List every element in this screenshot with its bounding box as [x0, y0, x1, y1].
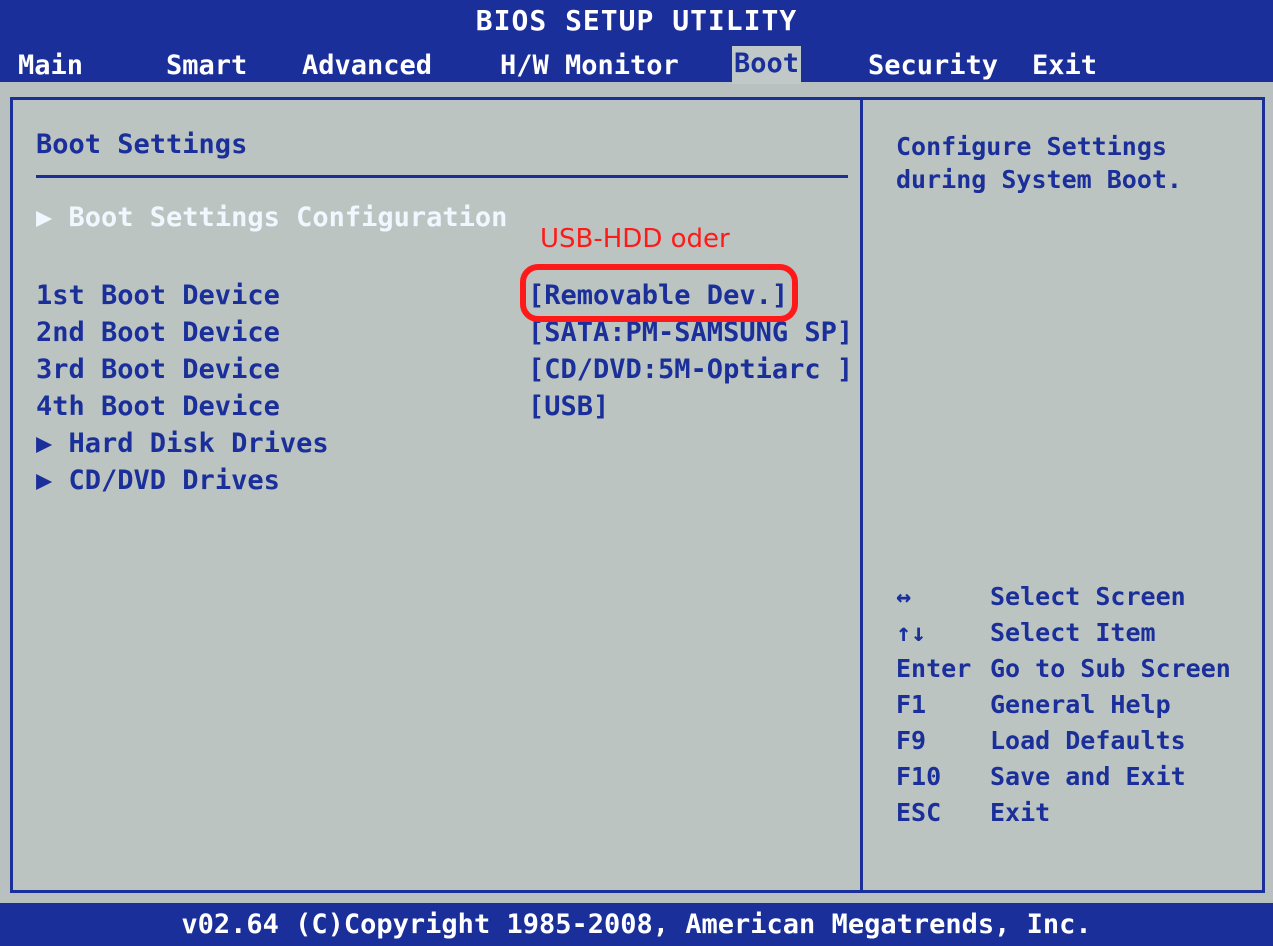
tab-main[interactable]: Main: [16, 48, 85, 84]
boot-device-2-value[interactable]: [SATA:PM-SAMSUNG SP]: [528, 318, 853, 348]
panel-divider: [860, 97, 863, 893]
tab-smart[interactable]: Smart: [164, 48, 249, 84]
left-right-arrows-icon: ↔: [896, 582, 912, 611]
help-key-f10: F10: [896, 762, 942, 791]
bios-title: BIOS SETUP UTILITY: [475, 4, 798, 37]
help-desc-exit: Exit: [990, 798, 1051, 827]
boot-device-1-label: 1st Boot Device: [36, 280, 280, 311]
submenu-boot-settings-configuration[interactable]: ▶ Boot Settings Configuration: [36, 203, 507, 233]
boot-device-4-label: 4th Boot Device: [36, 391, 280, 422]
help-desc-select-screen: Select Screen: [990, 582, 1186, 611]
up-down-arrows-icon: ↑↓: [896, 618, 927, 647]
triangle-right-icon: ▶: [36, 465, 69, 496]
submenu-label: Hard Disk Drives: [68, 428, 329, 459]
help-desc-load-defaults: Load Defaults: [990, 726, 1186, 755]
annotation-text: USB-HDD oder: [540, 224, 730, 254]
copyright-footer: v02.64 (C)Copyright 1985-2008, American …: [0, 903, 1273, 946]
boot-device-3-value[interactable]: [CD/DVD:5M-Optiarc ]: [528, 355, 853, 385]
tab-hw-monitor[interactable]: H/W Monitor: [498, 48, 681, 84]
submenu-cd-dvd-drives[interactable]: ▶ CD/DVD Drives: [36, 466, 280, 496]
triangle-right-icon: ▶: [36, 428, 69, 459]
tab-boot[interactable]: Boot: [732, 46, 802, 84]
tab-security[interactable]: Security: [866, 48, 1000, 84]
section-title: Boot Settings: [36, 129, 248, 160]
boot-device-4-value[interactable]: [USB]: [528, 392, 609, 422]
help-text: Configure Settings during System Boot.: [896, 132, 1182, 194]
help-key-enter: Enter: [896, 654, 972, 683]
help-key-f1: F1: [896, 690, 927, 719]
submenu-label: CD/DVD Drives: [68, 465, 280, 496]
submenu-hard-disk-drives[interactable]: ▶ Hard Disk Drives: [36, 429, 329, 459]
triangle-right-icon: ▶: [36, 202, 69, 233]
section-divider: [36, 175, 848, 178]
help-key-esc: ESC: [896, 798, 942, 827]
help-desc-save-and-exit: Save and Exit: [990, 762, 1186, 791]
help-desc-select-item: Select Item: [990, 618, 1156, 647]
tab-exit[interactable]: Exit: [1030, 48, 1099, 84]
help-desc-general-help: General Help: [990, 690, 1171, 719]
boot-device-3-label: 3rd Boot Device: [36, 354, 280, 385]
submenu-label: Boot Settings Configuration: [68, 202, 508, 233]
annotation-ring: [520, 264, 798, 322]
help-desc-go-to-sub-screen: Go to Sub Screen: [990, 654, 1231, 683]
help-key-f9: F9: [896, 726, 927, 755]
top-bar: BIOS SETUP UTILITY Main Smart Advanced H…: [0, 0, 1273, 84]
boot-device-2-label: 2nd Boot Device: [36, 317, 280, 348]
tab-advanced[interactable]: Advanced: [300, 48, 434, 84]
